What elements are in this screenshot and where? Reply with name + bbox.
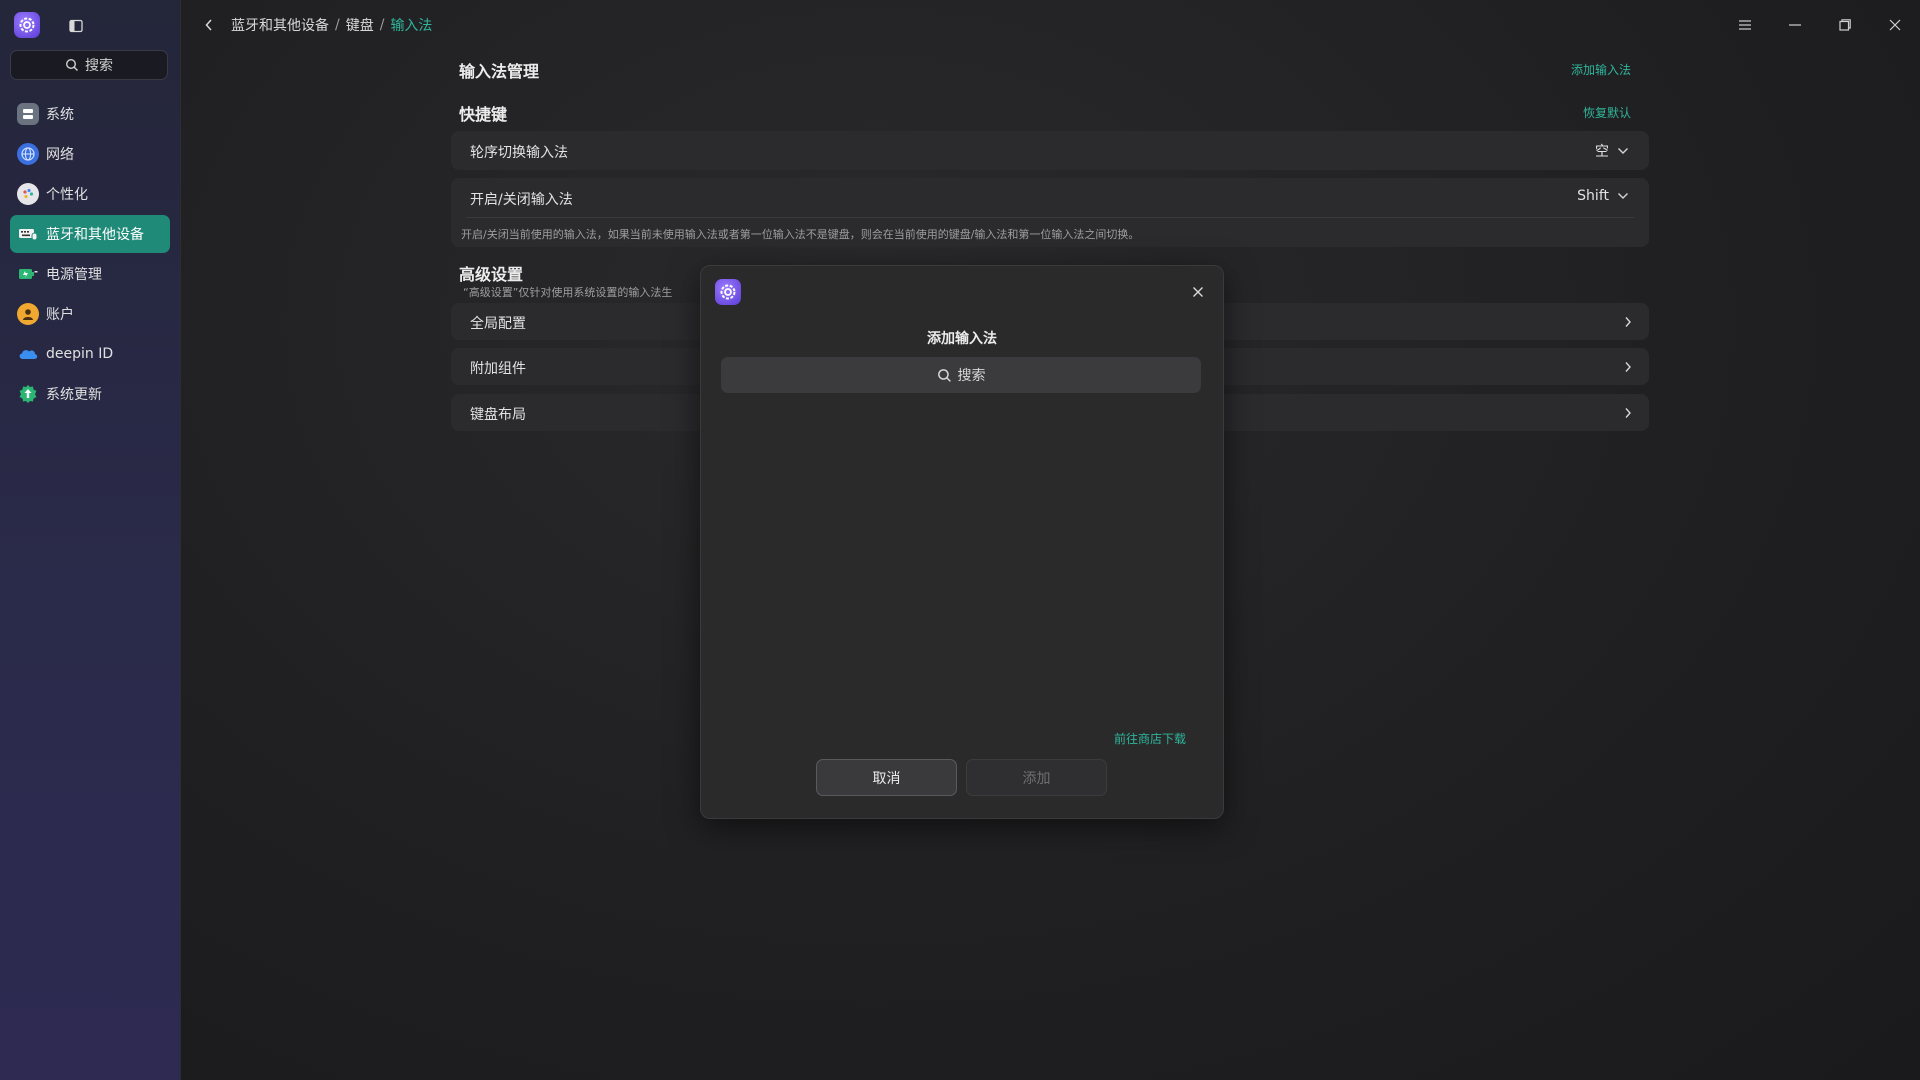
personalization-icon (17, 183, 39, 205)
window-controls (1720, 0, 1920, 50)
minimize-button[interactable] (1770, 0, 1820, 50)
close-icon (1889, 19, 1901, 31)
sidebar-item-account[interactable]: 账户 (10, 295, 170, 333)
sidebar-search-placeholder: 搜索 (85, 58, 113, 74)
sidebar-search-input[interactable]: 搜索 (10, 50, 168, 80)
keyboard-layout-label: 键盘布局 (470, 407, 526, 423)
input-method-list (721, 406, 1201, 706)
sidebar-item-deepin-id[interactable]: deepin ID (10, 335, 170, 373)
settings-gear-icon (19, 17, 35, 33)
chevron-down-icon (1618, 193, 1628, 199)
sidebar-item-power[interactable]: 电源管理 (10, 255, 170, 293)
chevron-down-icon (1618, 148, 1628, 154)
sidebar-item-label: 个性化 (46, 187, 88, 203)
im-manage-title: 输入法管理 (459, 62, 540, 81)
network-icon (17, 143, 39, 165)
add-im-link[interactable]: 添加输入法 (1571, 61, 1631, 78)
breadcrumb-item-input-method: 输入法 (390, 18, 433, 34)
cancel-button[interactable]: 取消 (816, 759, 957, 796)
shortcuts-title: 快捷键 (459, 105, 508, 124)
cloud-icon (17, 343, 39, 365)
system-icon (17, 103, 39, 125)
dialog-app-logo (715, 279, 741, 305)
toggle-im-label: 开启/关闭输入法 (470, 192, 573, 208)
sidebar-item-label: 蓝牙和其他设备 (46, 227, 144, 243)
breadcrumb: 蓝牙和其他设备 / 键盘 / 输入法 (231, 15, 432, 35)
global-config-label: 全局配置 (470, 316, 526, 332)
titlebar: 蓝牙和其他设备 / 键盘 / 输入法 (181, 0, 1920, 50)
chevron-right-icon (1621, 315, 1635, 329)
breadcrumb-item-bluetooth[interactable]: 蓝牙和其他设备 (231, 15, 329, 35)
cycle-im-value: 空 (1595, 144, 1609, 160)
breadcrumb-separator: / (379, 17, 385, 33)
search-icon (937, 368, 951, 382)
dialog-close-button[interactable] (1189, 283, 1207, 301)
restore-window-icon (1839, 19, 1851, 31)
sidebar-item-personalization[interactable]: 个性化 (10, 175, 170, 213)
sidebar-item-label: 网络 (46, 147, 74, 163)
sidebar-toggle-icon (69, 19, 83, 33)
sidebar: 搜索 系统 网络 个性化 蓝牙和其他设备 电源管理 账户 deepin ID 系… (0, 0, 181, 1080)
settings-gear-icon (720, 284, 736, 300)
bluetooth-devices-icon (17, 223, 39, 245)
app-logo (14, 12, 40, 38)
account-icon (17, 303, 39, 325)
toggle-im-card: 开启/关闭输入法 Shift 开启/关闭当前使用的输入法，如果当前未使用输入法或… (451, 178, 1649, 247)
minimize-icon (1789, 24, 1801, 26)
breadcrumb-item-keyboard[interactable]: 键盘 (346, 15, 374, 35)
sidebar-item-bluetooth-devices[interactable]: 蓝牙和其他设备 (10, 215, 170, 253)
dialog-title: 添加输入法 (927, 331, 997, 347)
addons-label: 附加组件 (470, 361, 526, 377)
sidebar-item-label: 系统 (46, 107, 74, 123)
hamburger-menu-icon (1739, 20, 1751, 30)
maximize-button[interactable] (1820, 0, 1870, 50)
add-button[interactable]: 添加 (966, 759, 1107, 796)
toggle-im-shortcut[interactable]: Shift (1577, 188, 1629, 204)
advanced-title: 高级设置 (459, 265, 524, 284)
sidebar-toggle-button[interactable] (66, 16, 86, 36)
chevron-left-icon (205, 19, 212, 31)
chevron-right-icon (1621, 360, 1635, 374)
sidebar-item-label: 电源管理 (46, 267, 102, 283)
toggle-im-value: Shift (1577, 188, 1609, 204)
close-window-button[interactable] (1870, 0, 1920, 50)
sidebar-item-update[interactable]: 系统更新 (10, 375, 170, 413)
sidebar-item-label: 账户 (46, 307, 74, 323)
power-icon (17, 263, 39, 285)
close-icon (1193, 287, 1203, 297)
search-icon (65, 58, 78, 71)
add-input-method-dialog: 添加输入法 搜索 前往商店下载 取消 添加 (700, 265, 1224, 819)
chevron-right-icon (1621, 406, 1635, 420)
sidebar-nav: 系统 网络 个性化 蓝牙和其他设备 电源管理 账户 deepin ID 系统更新 (10, 95, 170, 415)
cycle-im-shortcut[interactable]: 空 (1595, 141, 1629, 161)
sidebar-item-network[interactable]: 网络 (10, 135, 170, 173)
divider (466, 217, 1634, 218)
go-to-store-link[interactable]: 前往商店下载 (1114, 730, 1186, 747)
cycle-im-label: 轮序切换输入法 (470, 145, 568, 161)
dialog-search-input[interactable]: 搜索 (721, 357, 1201, 393)
toggle-im-hint: 开启/关闭当前使用的输入法，如果当前未使用输入法或者第一位输入法不是键盘，则会在… (461, 228, 1140, 241)
cycle-im-row[interactable]: 轮序切换输入法 空 (451, 131, 1649, 170)
menu-button[interactable] (1720, 0, 1770, 50)
sidebar-item-system[interactable]: 系统 (10, 95, 170, 133)
breadcrumb-separator: / (335, 17, 340, 33)
sidebar-item-label: deepin ID (46, 346, 114, 362)
update-icon (17, 383, 39, 405)
restore-default-link[interactable]: 恢复默认 (1583, 104, 1631, 121)
back-button[interactable] (199, 14, 219, 36)
dialog-search-placeholder: 搜索 (957, 368, 986, 384)
advanced-hint: “高级设置”仅针对使用系统设置的输入法生 (463, 286, 673, 299)
sidebar-item-label: 系统更新 (46, 387, 102, 403)
